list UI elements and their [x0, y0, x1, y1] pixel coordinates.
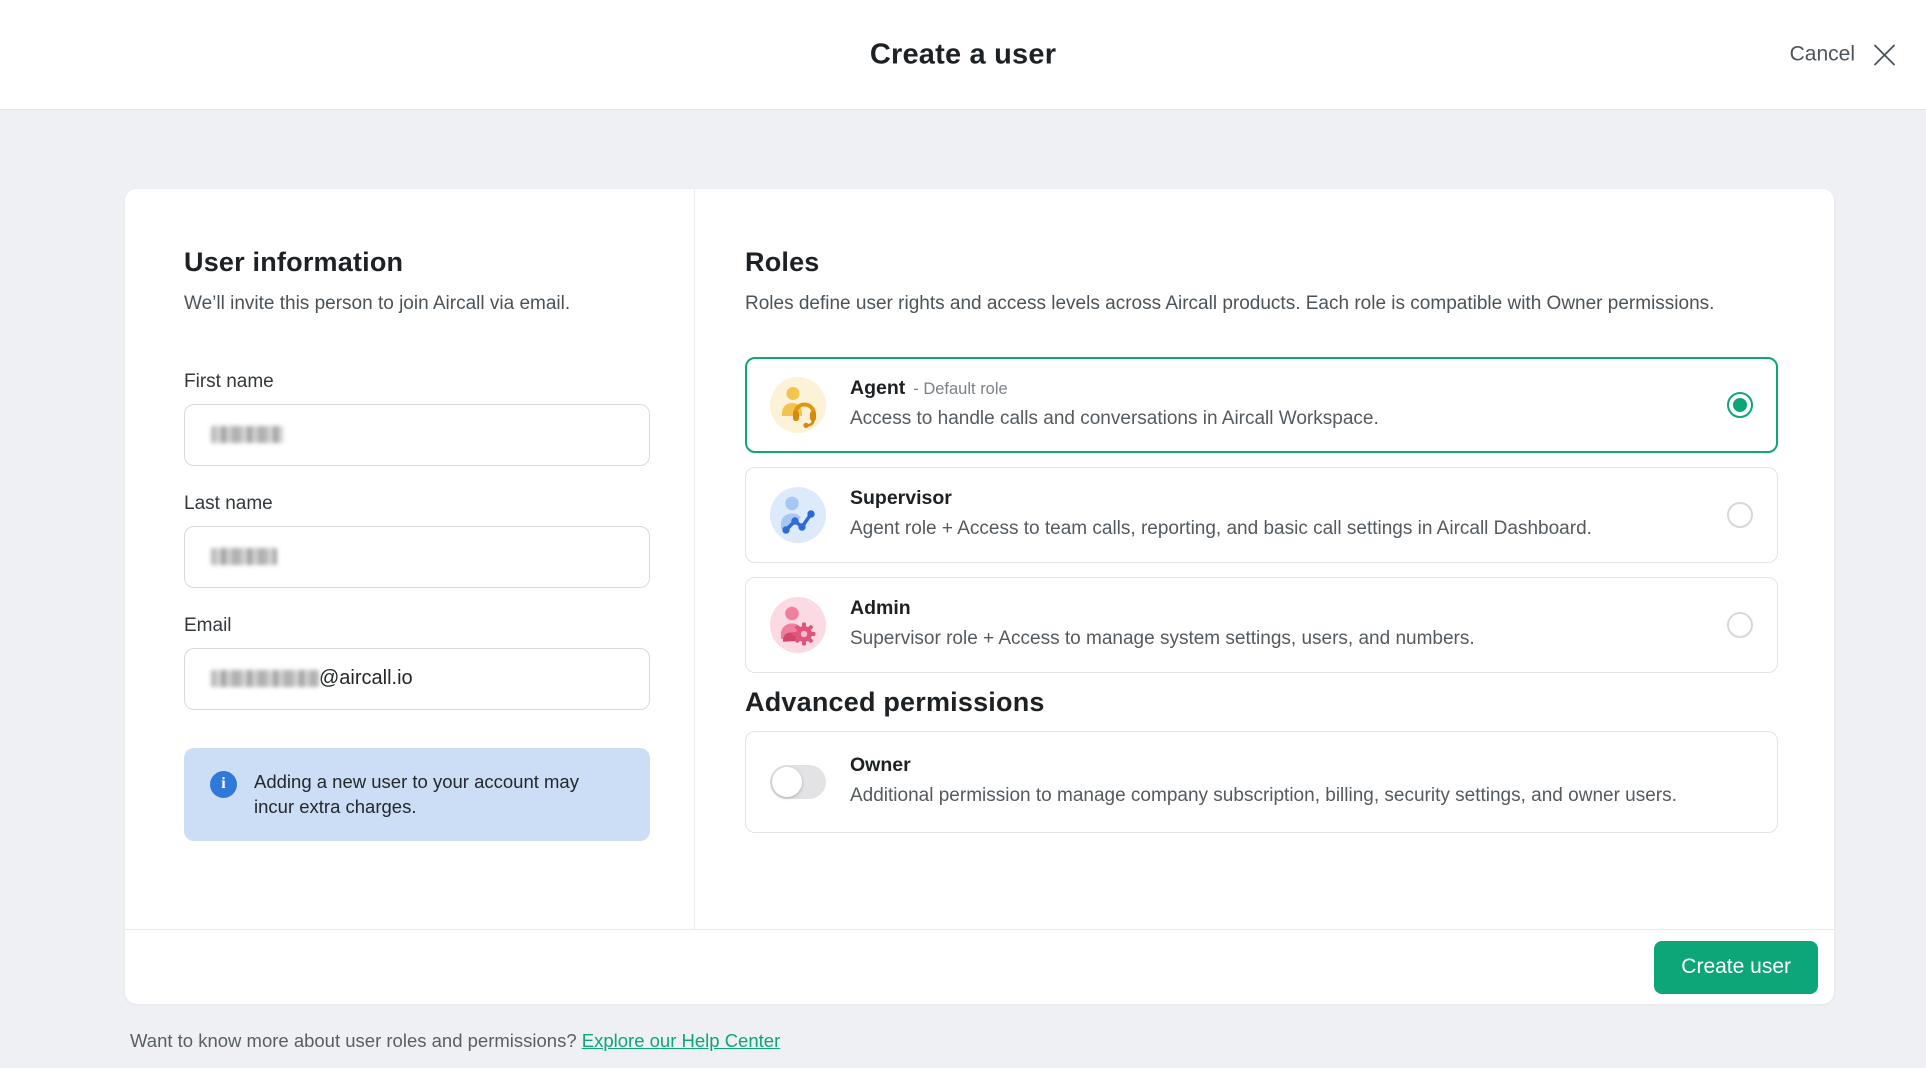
owner-toggle-knob[interactable]	[772, 767, 802, 797]
role-desc-supervisor: Agent role + Access to team calls, repor…	[850, 517, 1703, 542]
role-card-supervisor[interactable]: Supervisor Agent role + Access to team c…	[745, 467, 1778, 563]
cancel-label[interactable]: Cancel	[1790, 43, 1855, 67]
agent-headset-icon	[770, 377, 826, 433]
admin-gear-icon	[770, 597, 826, 653]
roles-list: Agent - Default role Access to handle ca…	[745, 357, 1778, 673]
info-icon: i	[210, 771, 237, 798]
advanced-permissions-title: Advanced permissions	[745, 687, 1778, 718]
create-user-card: User information We’ll invite this perso…	[125, 189, 1834, 1004]
supervisor-radio[interactable]	[1727, 502, 1753, 528]
email-input[interactable]: @aircall.io	[184, 648, 650, 710]
roles-section: Roles Roles define user rights and acces…	[695, 189, 1834, 929]
redacted-email-local-part	[211, 670, 319, 687]
create-user-button[interactable]: Create user	[1654, 941, 1818, 994]
help-center-link[interactable]: Explore our Help Center	[582, 1030, 780, 1051]
first-name-label: First name	[184, 371, 649, 393]
cancel-button[interactable]: Cancel	[1790, 41, 1898, 68]
admin-radio[interactable]	[1727, 612, 1753, 638]
role-text-admin: Admin Supervisor role + Access to manage…	[850, 597, 1703, 652]
user-form: First name Last name Email @aircall.io	[184, 371, 649, 710]
supervisor-chart-icon	[770, 487, 826, 543]
role-text-supervisor: Supervisor Agent role + Access to team c…	[850, 487, 1703, 542]
extra-charges-notice: i Adding a new user to your account may …	[184, 748, 650, 841]
owner-permission-card: Owner Additional permission to manage co…	[745, 731, 1778, 833]
roles-title: Roles	[745, 247, 1778, 278]
email-domain: @aircall.io	[319, 667, 413, 690]
notice-text: Adding a new user to your account may in…	[254, 769, 614, 820]
user-information-subtitle: We’ll invite this person to join Aircall…	[184, 291, 649, 317]
role-name-agent: Agent	[850, 377, 905, 400]
email-label: Email	[184, 615, 649, 637]
close-icon[interactable]	[1871, 41, 1898, 68]
roles-description: Roles define user rights and access leve…	[745, 291, 1778, 317]
first-name-input[interactable]	[184, 404, 650, 466]
role-name-supervisor: Supervisor	[850, 487, 952, 510]
role-desc-admin: Supervisor role + Access to manage syste…	[850, 627, 1703, 652]
agent-radio[interactable]	[1727, 392, 1753, 418]
help-footnote: Want to know more about user roles and p…	[130, 1030, 1926, 1052]
page-title: Create a user	[0, 38, 1926, 71]
redacted-last-name-value	[211, 548, 277, 565]
owner-desc: Additional permission to manage company …	[850, 784, 1753, 809]
user-information-section: User information We’ll invite this perso…	[125, 189, 695, 929]
action-bar: Create user	[125, 930, 1834, 1004]
role-card-agent[interactable]: Agent - Default role Access to handle ca…	[745, 357, 1778, 453]
owner-name: Owner	[850, 754, 911, 777]
redacted-first-name-value	[211, 426, 283, 443]
owner-toggle[interactable]	[770, 765, 826, 799]
role-name-admin: Admin	[850, 597, 911, 620]
last-name-input[interactable]	[184, 526, 650, 588]
role-desc-agent: Access to handle calls and conversations…	[850, 407, 1703, 432]
last-name-label: Last name	[184, 493, 649, 515]
user-information-title: User information	[184, 247, 649, 278]
help-text: Want to know more about user roles and p…	[130, 1030, 577, 1051]
role-card-admin[interactable]: Admin Supervisor role + Access to manage…	[745, 577, 1778, 673]
card-main: User information We’ll invite this perso…	[125, 189, 1834, 929]
modal-header: Create a user Cancel	[0, 0, 1926, 110]
owner-text: Owner Additional permission to manage co…	[850, 754, 1753, 809]
role-suffix-agent: - Default role	[913, 380, 1007, 399]
role-text-agent: Agent - Default role Access to handle ca…	[850, 377, 1703, 432]
